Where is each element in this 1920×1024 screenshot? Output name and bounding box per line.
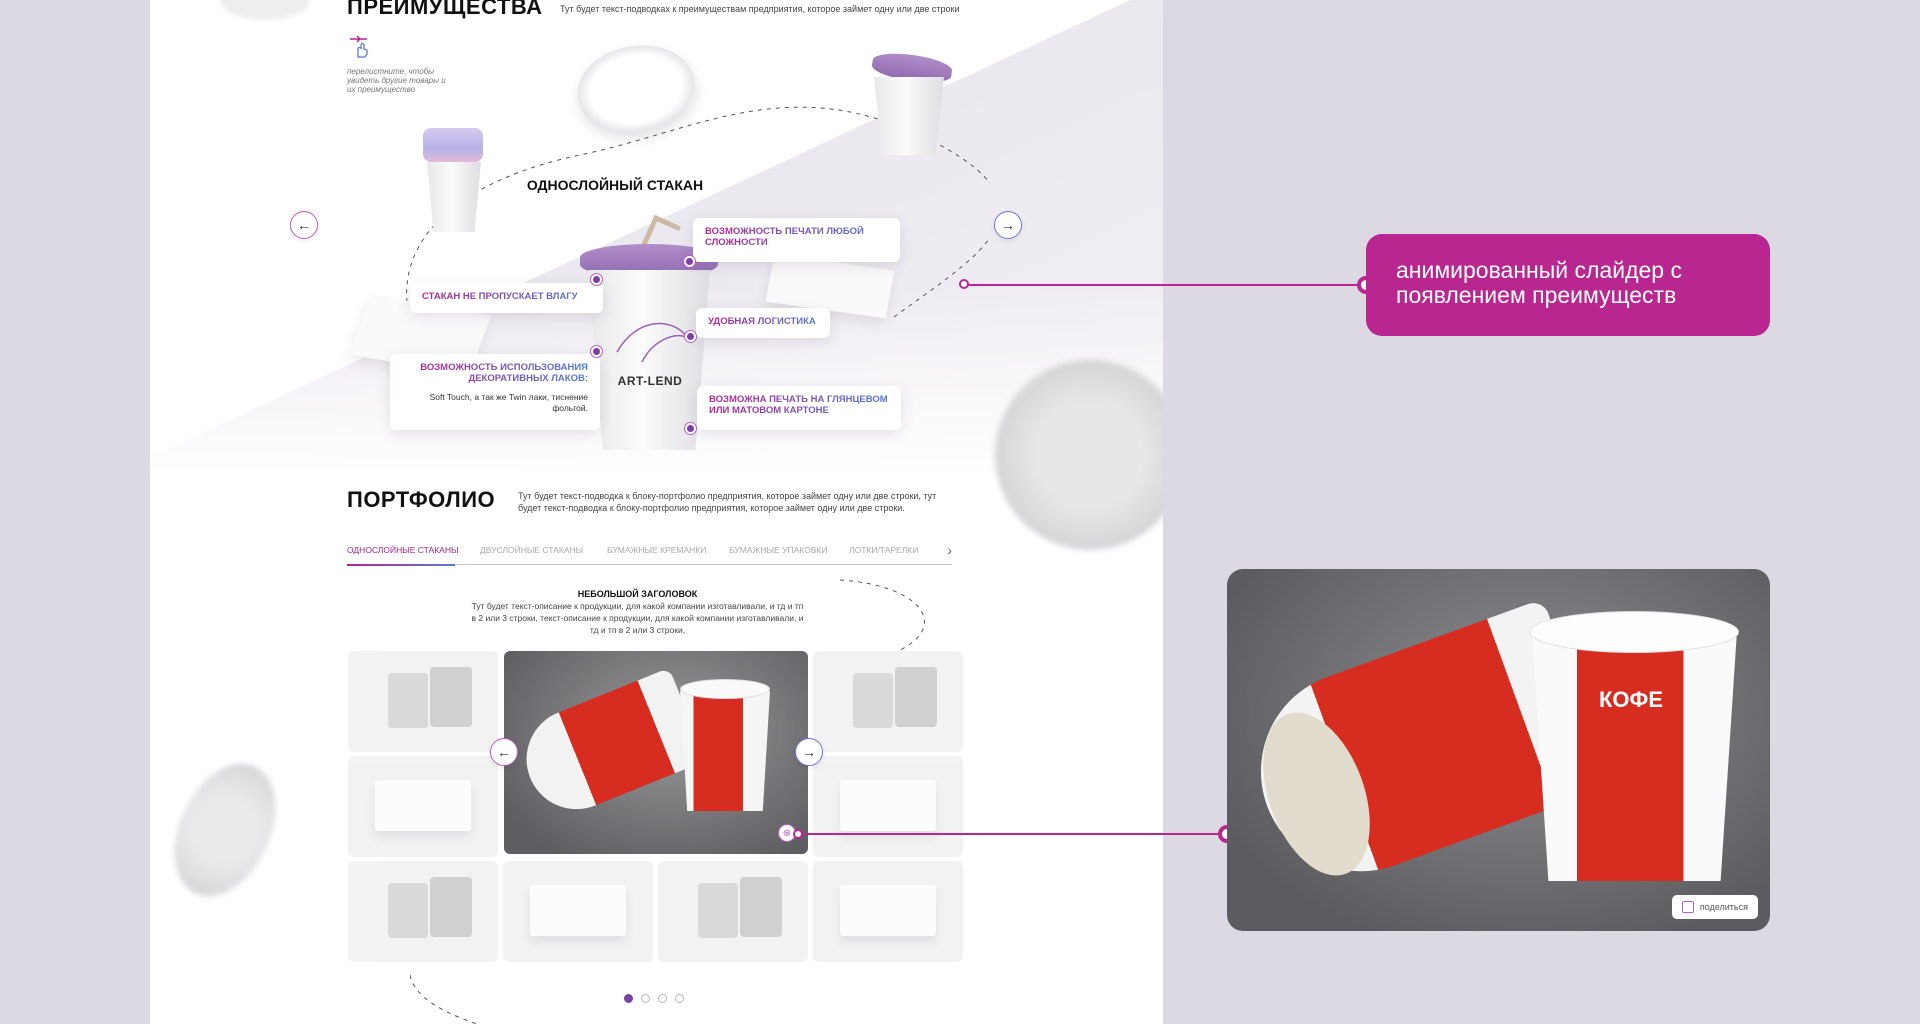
portfolio-title: ПОРТФОЛИО <box>347 487 496 512</box>
portfolio-block-title: НЕБОЛЬШОЙ ЗАГОЛОВОК <box>577 589 698 599</box>
portfolio-subtitle: Тут будет текст-подводка к блоку-портфол… <box>518 491 937 513</box>
feature-card-cardboard: ВОЗМОЖНА ПЕЧАТЬ НА ГЛЯНЦЕВОМ ИЛИ МАТОВОМ… <box>697 386 901 430</box>
cup-gradient-lid-image <box>423 128 485 236</box>
gallery-tile[interactable] <box>348 861 498 962</box>
tabs-next-icon[interactable]: › <box>947 542 952 558</box>
advantages-prev-button[interactable]: ← <box>290 211 318 239</box>
portfolio-dashed-curve <box>840 579 925 651</box>
feature-dot[interactable] <box>685 423 696 434</box>
tab-packaging[interactable]: БУМАЖНЫЕ УПАКОВКИ <box>729 545 827 555</box>
gallery-prev-button[interactable]: ← <box>490 738 518 766</box>
decorative-lid-left <box>154 747 296 913</box>
portfolio-tabs: ОДНОСЛОЙНЫЕ СТАКАНЫ ДВУСЛОЙНЫЕ СТАКАНЫ Б… <box>347 542 952 566</box>
share-button[interactable]: поделиться <box>1671 895 1758 919</box>
cup-brand-text: КОФЕ <box>1599 687 1663 712</box>
page-dot[interactable] <box>641 994 650 1003</box>
feature-card-print: ВОЗМОЖНОСТЬ ПЕЧАТИ ЛЮБОЙ СЛОЖНОСТИ <box>693 218 900 262</box>
tab-trays[interactable]: ЛОТКИ/ТАРЕЛКИ <box>849 545 918 555</box>
advantages-title: ПРЕИМУЩЕСТВА <box>347 0 543 19</box>
swipe-hand-icon <box>350 35 368 58</box>
gallery-tile[interactable] <box>813 861 963 962</box>
bottom-dashed-curve <box>410 975 479 1024</box>
feature-dot[interactable] <box>685 331 696 342</box>
landing-page-canvas: ПРЕИМУЩЕСТВА Тут будет текст-подводках к… <box>150 0 1163 1024</box>
tab-double-layer[interactable]: ДВУСЛОЙНЫЕ СТАКАНЫ <box>480 545 583 555</box>
product-title: ОДНОСЛОЙНЫЙ СТАКАН <box>526 177 704 193</box>
cup-with-lid-image <box>868 49 954 155</box>
portfolio-block-text: Тут будет текст-описание к продукции, дл… <box>471 601 804 635</box>
page-dot[interactable] <box>624 994 633 1003</box>
zoom-connector-start <box>793 829 803 839</box>
gallery-tile[interactable] <box>348 651 498 752</box>
advantages-subtitle: Тут будет текст-подводках к преимущества… <box>560 4 960 14</box>
feature-card-logistics: УДОБНАЯ ЛОГИСТИКА <box>696 308 830 338</box>
gallery-tile[interactable] <box>658 861 808 962</box>
gallery-tile[interactable] <box>813 651 963 752</box>
active-tab-underline <box>347 564 455 566</box>
feature-dot[interactable] <box>591 346 602 357</box>
tab-cremanki[interactable]: БУМАЖНЫЕ КРЕМАНКИ <box>607 545 706 555</box>
share-icon <box>1681 901 1694 913</box>
gallery-tile[interactable] <box>813 756 963 857</box>
annotation-callout: анимированный слайдер с появлением преим… <box>1366 234 1770 336</box>
feature-dot[interactable] <box>684 256 695 267</box>
feature-card-varnish: ВОЗМОЖНОСТЬ ИСПОЛЬЗОВАНИЯ ДЕКОРАТИВНЫХ Л… <box>390 354 600 430</box>
product-preview-photo: КОФЕ поделиться <box>1227 569 1770 931</box>
gallery-pagination <box>624 994 684 1003</box>
annotation-connector <box>968 284 1362 286</box>
feature-dot[interactable] <box>591 274 602 285</box>
gallery-featured-image[interactable] <box>504 651 808 854</box>
gallery-next-button[interactable]: → <box>795 738 823 766</box>
page-dot[interactable] <box>675 994 684 1003</box>
advantages-next-button[interactable]: → <box>994 211 1022 239</box>
gallery-tile[interactable] <box>348 756 498 857</box>
gallery-tile[interactable] <box>503 861 653 962</box>
page-dot[interactable] <box>658 994 667 1003</box>
zoom-connector <box>800 833 1227 835</box>
tab-single-layer[interactable]: ОДНОСЛОЙНЫЕ СТАКАНЫ <box>347 545 459 555</box>
feature-card-moisture: СТАКАН НЕ ПРОПУСКАЕТ ВЛАГУ <box>410 283 603 313</box>
